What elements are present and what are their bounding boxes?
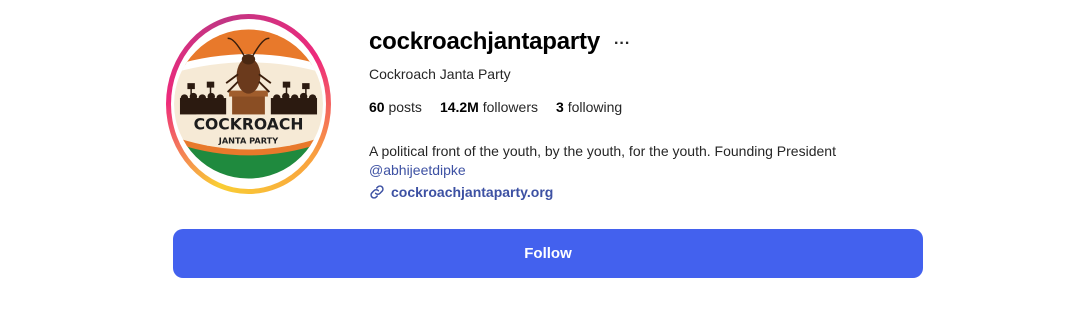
followers-stat[interactable]: 14.2M followers <box>440 99 538 115</box>
posts-label: posts <box>388 99 422 115</box>
posts-count: 60 <box>369 99 385 115</box>
more-options-icon[interactable]: ... <box>614 32 630 48</box>
username: cockroachjantaparty <box>369 28 600 55</box>
bio-mention-link[interactable]: @abhijeetdipke <box>369 161 466 180</box>
avatar-text-line1: COCKROACH <box>194 114 304 133</box>
following-count: 3 <box>556 99 564 115</box>
website-label: cockroachjantaparty.org <box>391 184 554 200</box>
bio-text: A political front of the youth, by the y… <box>369 143 836 159</box>
full-name: Cockroach Janta Party <box>369 66 511 82</box>
website-link[interactable]: cockroachjantaparty.org <box>369 184 553 200</box>
followers-count: 14.2M <box>439 99 479 115</box>
username-row: cockroachjantaparty ... <box>369 28 630 56</box>
profile-stats: 60 posts 14.2M followers 3 following <box>369 99 622 115</box>
following-stat[interactable]: 3 following <box>556 99 622 115</box>
avatar-text-line2: JANTA PARTY <box>218 135 279 145</box>
link-icon <box>370 185 384 199</box>
profile-page: COCKROACH JANTA PARTY cockroachjantapart… <box>0 0 1081 310</box>
party-logo-image: COCKROACH JANTA PARTY <box>174 29 323 179</box>
followers-label: followers <box>482 99 538 115</box>
bio: A political front of the youth, by the y… <box>369 142 836 180</box>
posts-stat: 60 posts <box>369 99 422 115</box>
following-label: following <box>567 99 623 115</box>
avatar-frame: COCKROACH JANTA PARTY <box>171 19 326 189</box>
follow-button[interactable]: Follow <box>173 229 923 278</box>
avatar[interactable]: COCKROACH JANTA PARTY <box>166 14 331 194</box>
